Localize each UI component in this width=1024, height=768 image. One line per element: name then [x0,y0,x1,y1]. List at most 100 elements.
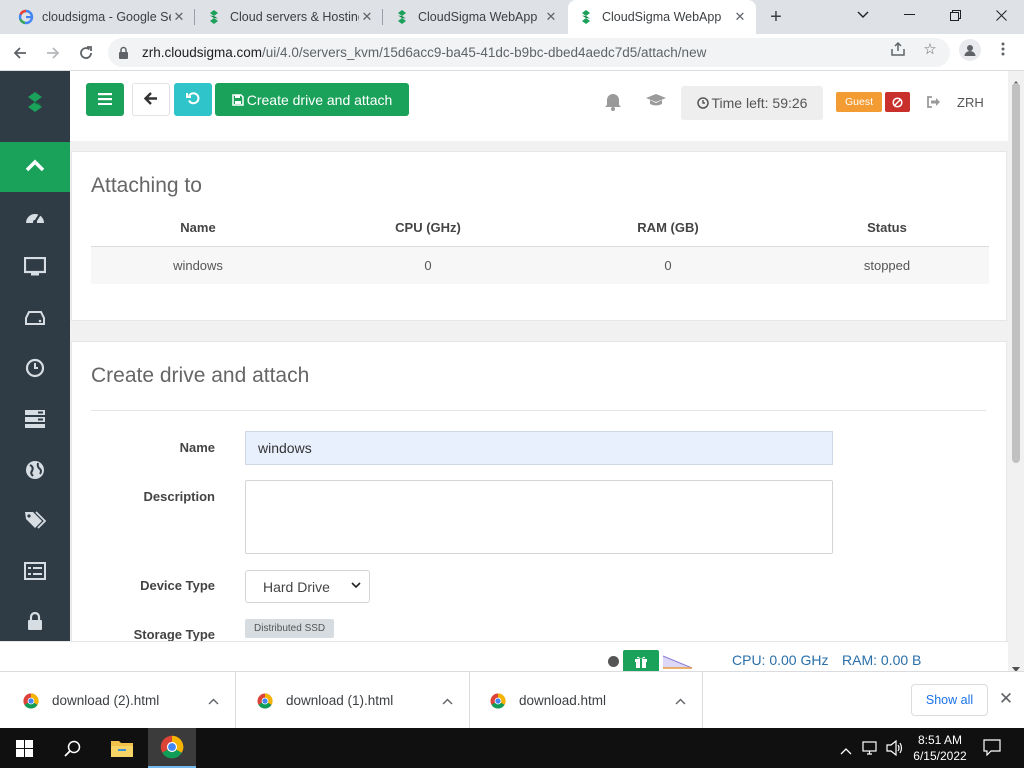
drive-name-input[interactable]: windows [245,431,833,465]
main-content: Attaching to Name CPU (GHz) RAM (GB) Sta… [70,141,1008,641]
restore-icon[interactable] [932,0,978,30]
server-cpu-cell: 0 [305,246,551,284]
tray-chevron-up-icon[interactable] [840,742,852,760]
chevron-up-icon[interactable] [442,694,453,708]
browser-toolbar: zrh.cloudsigma.com/ui/4.0/servers_kvm/15… [0,34,1024,71]
bookmark-star-icon[interactable]: ☆ [921,40,939,58]
clock-icon [25,358,45,383]
refresh-button[interactable] [174,83,212,116]
sidebar-item-security[interactable] [23,611,47,635]
kebab-menu-icon[interactable] [994,40,1012,58]
device-type-select[interactable]: Hard Drive [245,570,370,603]
tab-cloudsigma-webapp-1[interactable]: CloudSigma WebApp ✕ [384,0,567,34]
divider [91,410,986,411]
table-row[interactable]: windows 0 0 stopped [91,246,989,284]
close-tab-icon[interactable]: ✕ [171,9,187,25]
stop-guest-button[interactable] [885,92,910,112]
sidebar-item-marketplace[interactable] [23,460,47,484]
sidebar-collapse-button[interactable] [0,142,70,192]
cloudsigma-icon [578,9,594,25]
tab-title: CloudSigma WebApp [602,10,722,24]
guest-badge[interactable]: Guest [836,92,882,112]
sidebar-item-tags[interactable] [23,510,47,534]
logout-icon[interactable] [927,95,941,113]
close-window-icon[interactable] [978,0,1024,30]
clock-icon [696,97,709,109]
profile-avatar-icon[interactable] [959,39,981,61]
graduation-cap-icon[interactable] [646,93,666,114]
ban-icon [892,96,903,108]
volume-icon[interactable] [886,739,904,761]
sidebar-item-dashboard[interactable] [23,207,47,231]
chrome-file-icon [23,692,39,709]
search-icon[interactable] [48,728,96,768]
tab-cloud-servers[interactable]: Cloud servers & Hosting ✕ [196,0,383,34]
download-item[interactable]: download (2).html [3,672,236,729]
chevron-up-icon[interactable] [208,694,219,708]
scrollbar-thumb[interactable] [1012,83,1020,463]
file-explorer-icon[interactable] [98,728,146,768]
device-type-label: Device Type [140,578,215,593]
sidebar-item-drives[interactable] [23,308,47,332]
chevron-up-icon [25,158,45,177]
list-icon [24,561,46,585]
monitor-icon [23,256,47,282]
bell-icon[interactable] [604,91,622,116]
network-icon[interactable] [862,740,880,761]
sidebar-item-snapshots[interactable] [23,358,47,382]
back-button[interactable] [132,83,170,116]
close-tab-icon[interactable]: ✕ [732,9,748,25]
sidebar-item-servers[interactable] [23,256,47,282]
new-tab-icon[interactable]: + [766,6,786,28]
show-all-downloads-button[interactable]: Show all [911,684,988,716]
storage-type-label: Storage Type [133,627,215,641]
menu-toggle-button[interactable] [86,83,124,116]
tab-search-chevron-icon[interactable] [840,0,886,30]
gift-button[interactable] [623,650,659,672]
storage-type-option[interactable]: Distributed SSD [245,619,335,638]
chrome-taskbar-icon[interactable] [148,728,196,768]
tab-cloudsigma-webapp-active[interactable]: CloudSigma WebApp ✕ [568,0,756,34]
sidebar-item-networking[interactable] [23,409,47,433]
share-icon[interactable] [889,40,907,58]
reload-icon[interactable] [73,40,99,66]
back-arrow-icon[interactable] [7,40,33,66]
tab-google-search[interactable]: cloudsigma - Google Se ✕ [8,0,195,34]
download-filename: download (2).html [52,693,160,708]
clock-date: 6/15/2022 [913,749,967,763]
close-tab-icon[interactable]: ✕ [359,9,375,25]
download-item[interactable]: download (1).html [237,672,470,729]
attach-table: Name CPU (GHz) RAM (GB) Status windows 0… [91,210,989,284]
create-drive-title: Create drive and attach [91,364,310,387]
download-filename: download.html [519,693,607,708]
forward-arrow-icon[interactable] [40,40,66,66]
taskbar-clock[interactable]: 8:51 AM 6/15/2022 [910,732,970,764]
server-status-cell: stopped [785,246,989,284]
minimize-icon[interactable] [886,0,932,30]
arrow-left-icon [143,91,158,108]
close-tab-icon[interactable]: ✕ [543,9,559,25]
hard-drive-icon [24,310,46,331]
app-header: Create drive and attach Time left: 59:26… [70,71,1008,141]
cloudsigma-logo[interactable] [22,89,48,115]
download-item[interactable]: download.html [470,672,703,729]
create-drive-and-attach-button[interactable]: Create drive and attach [215,83,409,116]
downloads-bar: download (2).html download (1).html down… [0,671,1024,729]
usage-status-bar: CPU: 0.00 GHz RAM: 0.00 B [0,641,1008,672]
description-textarea[interactable] [245,480,833,554]
server-ram-cell: 0 [551,246,785,284]
close-downloads-icon[interactable]: ✕ [997,689,1015,708]
gift-icon [634,655,648,668]
download-filename: download (1).html [286,693,394,708]
region-label[interactable]: ZRH [957,95,984,110]
globe-icon [25,460,45,485]
dashboard-gauge-icon [24,207,46,232]
floppy-save-icon [231,93,244,106]
chevron-up-icon[interactable] [675,694,686,708]
column-header-ram: RAM (GB) [551,210,785,247]
address-bar[interactable]: zrh.cloudsigma.com/ui/4.0/servers_kvm/15… [108,38,950,67]
page-scrollbar[interactable] [1008,71,1024,672]
sidebar-item-billing[interactable] [23,561,47,585]
windows-start-icon[interactable] [0,728,48,768]
notification-center-icon[interactable] [983,739,1001,761]
